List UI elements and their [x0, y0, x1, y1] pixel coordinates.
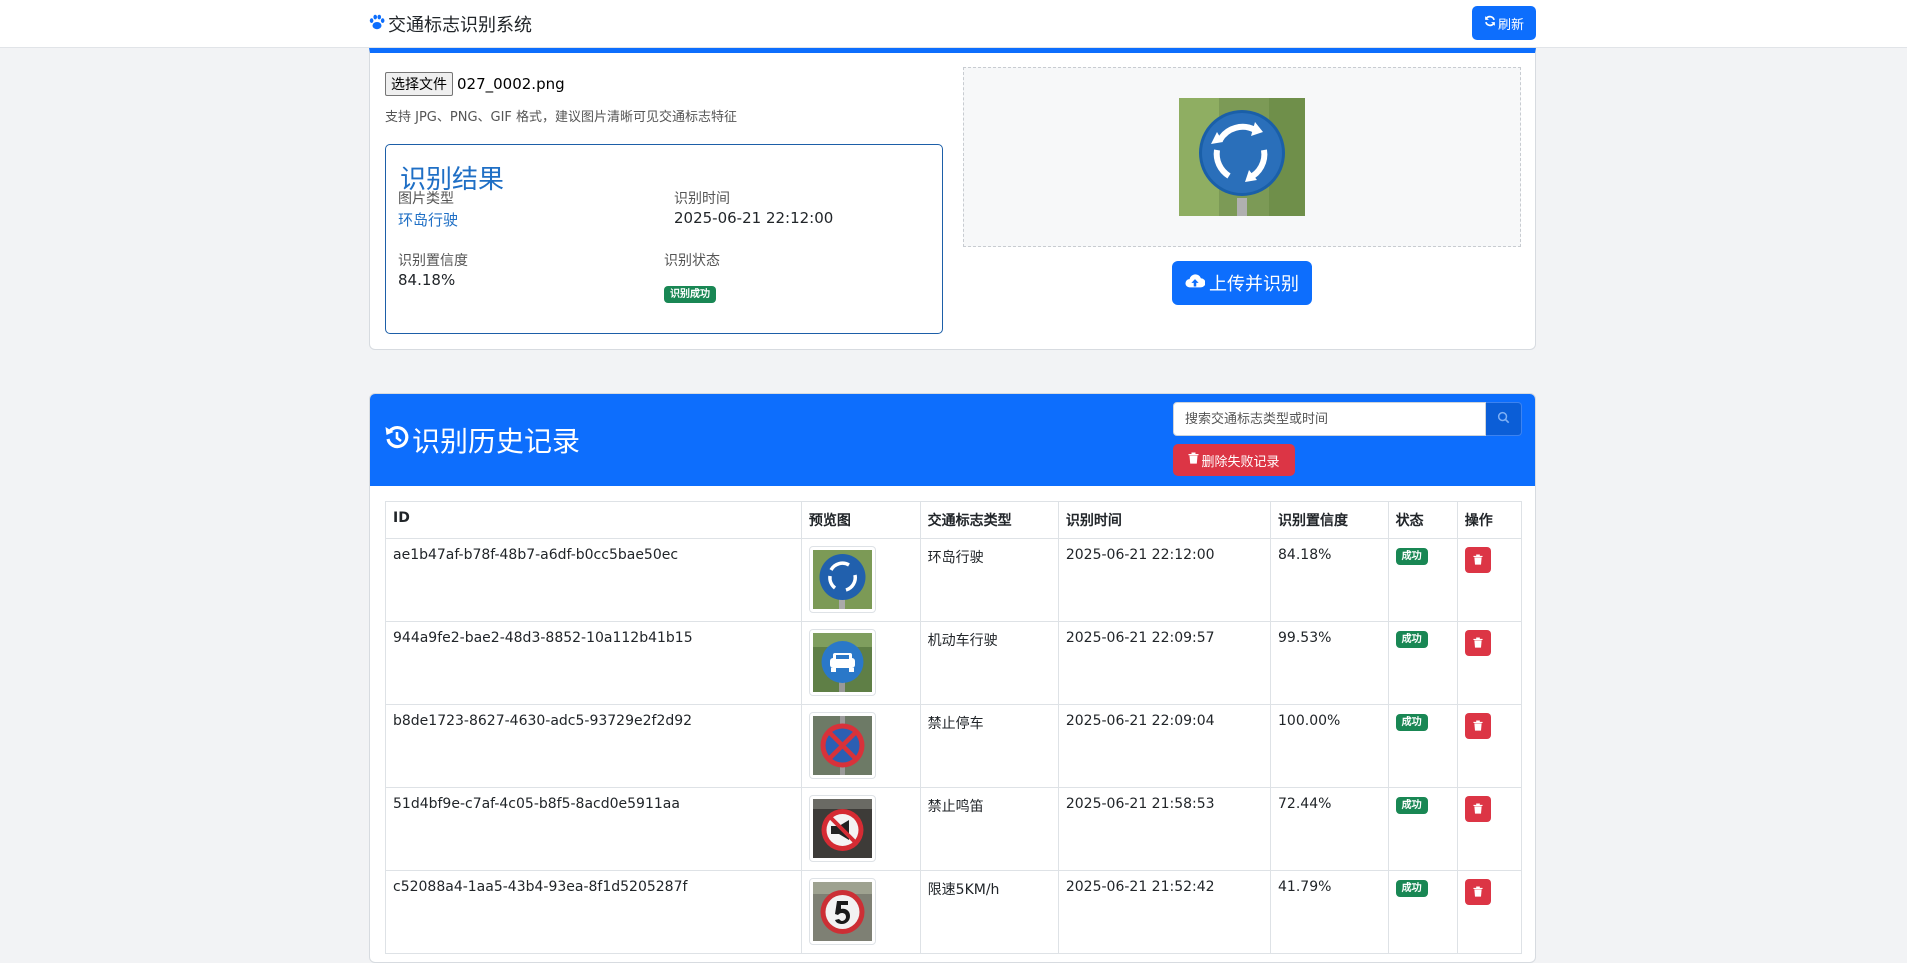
table-row[interactable]: b8de1723-8627-4630-adc5-93729e2f2d92 禁止停… — [385, 704, 1523, 788]
column-header-status[interactable]: 状态 — [1387, 501, 1458, 539]
image-preview-area — [963, 67, 1521, 247]
sign-type: 禁止鸣笛 — [919, 787, 1059, 871]
table-row[interactable]: ae1b47af-b78f-48b7-a6df-b0cc5bae50ec 环岛行… — [385, 538, 1523, 622]
speed-limit-5-sign-icon[interactable] — [808, 878, 876, 945]
upload-card: 选择文件 027_0002.png 支持 JPG、PNG、GIF 格式，建议图片… — [369, 48, 1536, 350]
paw-icon — [368, 13, 386, 36]
history-table: ID 预览图 交通标志类型 识别时间 识别置信度 状态 操作 ae1b47af-… — [385, 501, 1523, 954]
confidence-label: 识别置信度 — [398, 253, 468, 269]
refresh-label: 刷新 — [1497, 17, 1524, 33]
status-badge: 识别成功 — [664, 286, 716, 303]
history-header: 识别历史记录 删除失败记录 — [370, 394, 1535, 486]
record-id: b8de1723-8627-4630-adc5-93729e2f2d92 — [385, 704, 802, 788]
status-label: 识别状态 — [664, 253, 720, 269]
confidence: 99.53% — [1270, 621, 1389, 705]
history-card: 识别历史记录 删除失败记录 ID 预览图 交通标志类型 — [369, 393, 1536, 963]
image-type-label: 图片类型 — [398, 191, 454, 207]
recognition-time: 2025-06-21 21:52:42 — [1057, 870, 1272, 954]
choose-file-button[interactable]: 选择文件 — [385, 72, 453, 96]
trash-icon — [1473, 719, 1483, 734]
status-badge: 成功 — [1395, 797, 1428, 814]
column-header-time[interactable]: 识别时间 — [1057, 501, 1272, 539]
confidence: 41.79% — [1270, 870, 1389, 954]
sign-type: 机动车行驶 — [919, 621, 1059, 705]
history-search — [1173, 402, 1522, 436]
file-format-hint: 支持 JPG、PNG、GIF 格式，建议图片清晰可见交通标志特征 — [385, 110, 738, 125]
record-id: c52088a4-1aa5-43b4-93ea-8f1d5205287f — [385, 870, 802, 954]
confidence: 100.00% — [1270, 704, 1389, 788]
recognition-time-value: 2025-06-21 22:12:00 — [674, 209, 834, 227]
trash-icon — [1473, 636, 1483, 651]
delete-record-button[interactable] — [1464, 713, 1491, 739]
table-row[interactable]: c52088a4-1aa5-43b4-93ea-8f1d5205287f 限速5… — [385, 870, 1523, 954]
refresh-button[interactable]: 刷新 — [1472, 6, 1536, 40]
history-search-input[interactable] — [1173, 402, 1486, 436]
history-title-text: 识别历史记录 — [412, 425, 581, 458]
status-badge: 成功 — [1395, 714, 1428, 731]
delete-record-button[interactable] — [1464, 547, 1491, 573]
confidence-value: 84.18% — [398, 271, 456, 289]
column-header-actions[interactable]: 操作 — [1456, 501, 1523, 539]
selected-file-name: 027_0002.png — [457, 75, 565, 93]
delete-failed-label: 删除失败记录 — [1201, 454, 1280, 470]
brand[interactable]: 交通标志识别系统 — [368, 12, 532, 36]
sign-type: 限速5KM/h — [919, 870, 1059, 954]
delete-record-button[interactable] — [1464, 879, 1491, 905]
record-id: 51d4bf9e-c7af-4c05-b8f5-8acd0e5911aa — [385, 787, 802, 871]
record-id: 944a9fe2-bae2-48d3-8852-10a112b41b15 — [385, 621, 802, 705]
history-title: 识别历史记录 — [384, 420, 580, 460]
result-panel: 识别结果 图片类型 环岛行驶 识别时间 2025-06-21 22:12:00 … — [385, 144, 943, 334]
file-picker: 选择文件 027_0002.png — [385, 72, 565, 96]
upload-button-label: 上传并识别 — [1209, 274, 1299, 295]
cloud-upload-icon — [1185, 272, 1206, 295]
trash-icon — [1473, 802, 1483, 817]
table-row[interactable]: 944a9fe2-bae2-48d3-8852-10a112b41b15 机动车… — [385, 621, 1523, 705]
confidence: 72.44% — [1270, 787, 1389, 871]
image-type-value: 环岛行驶 — [398, 211, 459, 229]
trash-icon — [1473, 885, 1483, 900]
column-header-sign-type[interactable]: 交通标志类型 — [919, 501, 1059, 539]
no-parking-sign-icon[interactable] — [808, 712, 876, 779]
search-icon — [1497, 411, 1510, 427]
history-icon — [384, 424, 410, 457]
navbar: 交通标志识别系统 刷新 — [0, 0, 1907, 48]
no-honking-sign-icon[interactable] — [808, 795, 876, 862]
sign-type: 禁止停车 — [919, 704, 1059, 788]
motor-vehicle-sign-icon[interactable] — [808, 629, 876, 696]
table-header-row: ID 预览图 交通标志类型 识别时间 识别置信度 状态 操作 — [385, 501, 1523, 539]
history-search-button[interactable] — [1486, 402, 1522, 436]
column-header-preview[interactable]: 预览图 — [800, 501, 921, 539]
recognition-time: 2025-06-21 22:09:57 — [1057, 621, 1272, 705]
delete-record-button[interactable] — [1464, 630, 1491, 656]
recognition-time: 2025-06-21 22:09:04 — [1057, 704, 1272, 788]
status-badge: 成功 — [1395, 548, 1428, 565]
status-badge: 成功 — [1395, 880, 1428, 897]
recognition-time: 2025-06-21 21:58:53 — [1057, 787, 1272, 871]
delete-record-button[interactable] — [1464, 796, 1491, 822]
confidence: 84.18% — [1270, 538, 1389, 622]
refresh-icon — [1484, 15, 1496, 31]
delete-failed-records-button[interactable]: 删除失败记录 — [1173, 444, 1295, 476]
record-id: ae1b47af-b78f-48b7-a6df-b0cc5bae50ec — [385, 538, 802, 622]
trash-icon — [1473, 553, 1483, 568]
brand-title: 交通标志识别系统 — [388, 15, 532, 36]
roundabout-sign-icon[interactable] — [808, 546, 876, 613]
column-header-confidence[interactable]: 识别置信度 — [1270, 501, 1389, 539]
recognition-time-label: 识别时间 — [674, 191, 730, 207]
table-row[interactable]: 51d4bf9e-c7af-4c05-b8f5-8acd0e5911aa 禁止鸣… — [385, 787, 1523, 871]
uploaded-image-preview — [1179, 98, 1305, 216]
column-header-id[interactable]: ID — [385, 501, 802, 539]
sign-type: 环岛行驶 — [919, 538, 1059, 622]
upload-and-recognize-button[interactable]: 上传并识别 — [1172, 261, 1312, 305]
recognition-time: 2025-06-21 22:12:00 — [1057, 538, 1272, 622]
trash-icon — [1188, 452, 1199, 468]
status-badge: 成功 — [1395, 631, 1428, 648]
